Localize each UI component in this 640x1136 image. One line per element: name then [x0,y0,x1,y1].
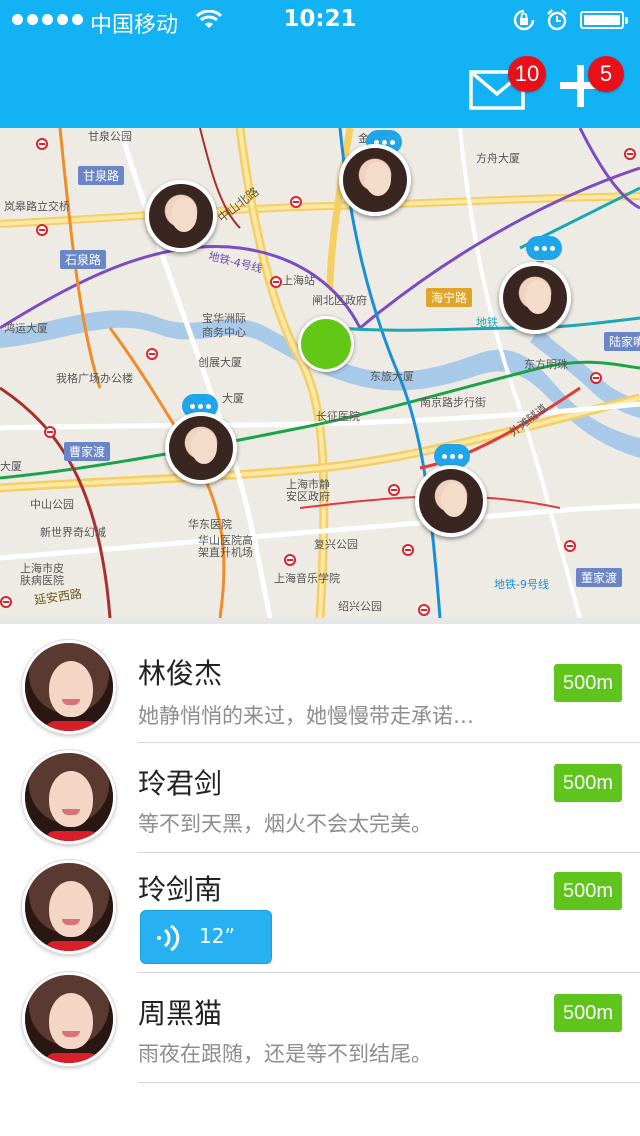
rotation-lock-icon [513,9,535,31]
user-map-pin[interactable] [415,465,487,537]
map-road-tag: 曹家渡 [64,442,111,461]
battery-icon [580,11,628,29]
map-label: 安区政府 [286,490,330,503]
map-label: 绍兴公园 [338,600,382,613]
map-label: 商务中心 [202,326,246,339]
contact-name: 林俊杰 [138,657,223,690]
user-map-pin[interactable] [165,412,237,484]
user-map-pin[interactable] [339,144,411,216]
user-map-pin[interactable] [145,180,217,252]
status-time: 10:21 [283,6,357,32]
map-label: 陆家嘴 [604,332,640,351]
metro-station-icon [0,596,12,608]
map-label: 架直升机场 [198,546,253,559]
map-label: 华东医院 [188,518,232,531]
map-label: 上海站 [282,274,315,287]
avatar [22,750,116,844]
status-bar: 中国移动 10:21 [0,0,640,40]
contact-list-item[interactable]: 玲君剑 等不到天黑，烟火不会太完美。 500m [0,742,640,862]
distance-badge: 500m [554,994,622,1032]
metro-station-icon [388,484,400,496]
metro-station-icon [402,544,414,556]
map-label: 大厦 [222,392,244,405]
avatar [22,860,116,954]
map-road-tag: 董家渡 [576,568,623,587]
metro-station-icon [290,196,302,208]
map-label: 大厦 [0,460,22,473]
metro-station-icon [44,426,56,438]
metro-station-icon [564,540,576,552]
map-label: 中山公园 [30,498,74,511]
distance-badge: 500m [554,764,622,802]
alarm-icon [547,9,567,31]
map-label: 岚皋路立交桥 [4,200,70,213]
avatar [22,640,116,734]
map-label: 长征医院 [316,410,360,423]
map-road-tag: 石泉路 [60,250,107,269]
metro-station-icon [146,348,158,360]
my-location-marker[interactable] [298,316,354,372]
messages-count-badge: 10 [508,56,546,92]
top-bar: 中国移动 10:21 10 5 [0,0,640,128]
map-label: 创展大厦 [198,356,242,369]
distance-badge: 500m [554,664,622,702]
map-label: 我格广场办公楼 [56,372,133,385]
map-label: 东方明珠 [524,358,568,371]
contact-message: 等不到天黑，烟火不会太完美。 [138,812,432,836]
contact-name: 周黑猫 [138,997,223,1030]
contact-name: 玲君剑 [138,767,223,800]
contact-message: 她静悄悄的来过，她慢慢带走承诺… [138,704,474,728]
map-label: 肤病医院 [20,574,64,587]
contact-message: 雨夜在跟随，还是等不到结尾。 [138,1042,432,1066]
map-list-divider [0,618,640,624]
metro-station-icon [624,148,636,160]
chat-bubble-icon [526,236,562,266]
contact-list-item[interactable]: 周黑猫 雨夜在跟随，还是等不到结尾。 500m [0,972,640,1092]
voice-message-button[interactable]: 12” [140,910,272,964]
metro-station-icon [590,372,602,384]
distance-badge: 500m [554,872,622,910]
contact-list-item[interactable]: 林俊杰 她静悄悄的来过，她慢慢带走承诺… 500m [0,632,640,752]
list-separator [138,1082,640,1083]
metro-station-icon [418,604,430,616]
map-label: 复兴公园 [314,538,358,551]
map-label: 闸北区政府 [312,294,367,307]
map-road-tag: 甘泉路 [78,166,125,185]
avatar [22,972,116,1066]
map-label: 新世界奇幻城 [40,526,106,539]
map-label: 地铁-9号线 [494,578,549,591]
voice-duration: 12” [199,924,235,948]
map-label: 甘泉公园 [88,130,132,143]
metro-station-icon [36,138,48,150]
metro-station-icon [284,554,296,566]
voice-wave-icon [157,924,180,952]
user-map-pin[interactable] [499,262,571,334]
map-label: 鸿运大厦 [4,322,48,335]
contact-list-item[interactable]: 玲剑南 12” 500m [0,852,640,973]
metro-station-icon [36,224,48,236]
nearby-map[interactable]: 甘泉公园 方舟大厦 金 岚皋路立交桥 上海站 闸北区政府 海宁路 宝华洲际 商务… [0,128,640,618]
metro-station-icon [270,276,282,288]
map-label: 南京路步行街 [420,396,486,409]
map-label: 方舟大厦 [476,152,520,165]
map-label: 海宁路 [426,288,473,307]
map-label: 东旅大厦 [370,370,414,383]
map-label: 上海音乐学院 [274,572,340,585]
add-count-badge: 5 [588,56,624,92]
map-label: 地铁 [476,316,498,329]
contact-name: 玲剑南 [138,873,223,906]
